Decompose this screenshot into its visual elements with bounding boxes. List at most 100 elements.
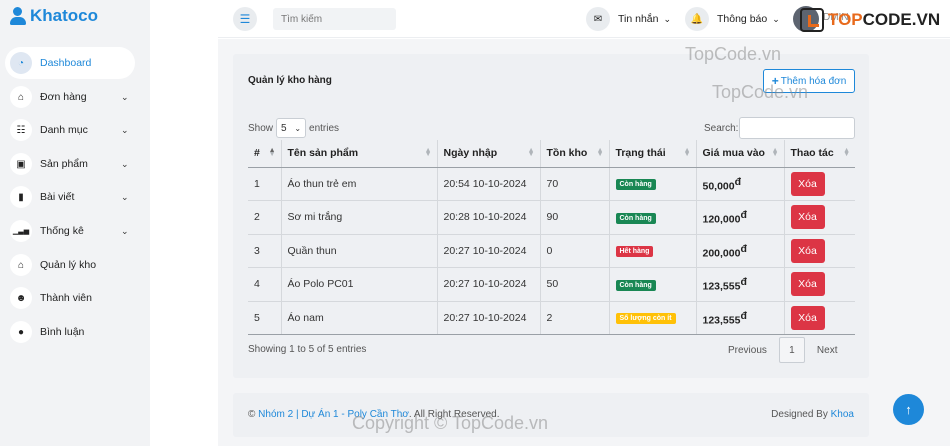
designer-link[interactable]: Khoa xyxy=(831,409,854,420)
column-header-label: Thao tác xyxy=(790,147,834,160)
currency-symbol: đ xyxy=(740,242,747,255)
cell-import-date: 20:28 10-10-2024 xyxy=(437,200,541,235)
user-icon xyxy=(10,7,26,25)
cell-stock: 50 xyxy=(540,267,610,302)
sort-icon: ▲ ▼ xyxy=(527,147,535,158)
cell-price: 123,555đ xyxy=(696,267,785,302)
menu-toggle-button[interactable]: ☰ xyxy=(233,7,257,31)
column-header-label: # xyxy=(254,147,260,160)
sidebar-item-label: Thống kê xyxy=(40,225,84,237)
delete-button[interactable]: Xóa xyxy=(790,305,825,330)
sort-icon: ▲ ▼ xyxy=(268,147,276,158)
pagination-next[interactable]: Next xyxy=(817,345,838,356)
cell-index: 5 xyxy=(248,301,282,335)
sidebar-item-label: Danh mục xyxy=(40,124,88,136)
cell-action: Xóa xyxy=(784,267,855,302)
cell-import-date: 20:27 10-10-2024 xyxy=(437,234,541,268)
messages-dropdown[interactable]: ✉ Tin nhắn ⌄ xyxy=(586,7,671,31)
price-value: 123,555 xyxy=(702,280,741,293)
cell-action: Xóa xyxy=(784,234,855,268)
cell-action: Xóa xyxy=(784,301,855,335)
footer: © Nhóm 2 | Dự Án 1 - Poly Cần Thơ. All R… xyxy=(233,393,869,437)
sidebar-item-label: Đơn hàng xyxy=(40,91,87,103)
cell-product-name: Áo nam xyxy=(281,301,438,335)
footer-credit: Designed By Khoa xyxy=(771,409,854,420)
sort-icon: ▲ ▼ xyxy=(771,147,779,158)
cell-product-name: Áo thun trẻ em xyxy=(281,167,438,201)
pagination-previous[interactable]: Previous xyxy=(728,345,767,356)
sort-icon: ▲ ▼ xyxy=(683,147,691,158)
sidebar-item[interactable]: ☷ Danh mục ⌄ xyxy=(5,114,135,146)
envelope-icon: ✉ xyxy=(586,7,610,31)
delete-button[interactable]: Xóa xyxy=(790,238,825,263)
status-badge: Số lượng còn ít xyxy=(615,313,676,325)
page-length-value: 5 xyxy=(281,122,287,134)
cell-stock: 0 xyxy=(540,234,610,268)
cell-import-date: 20:27 10-10-2024 xyxy=(437,267,541,302)
cell-price: 200,000đ xyxy=(696,234,785,268)
cell-stock: 2 xyxy=(540,301,610,335)
column-header[interactable]: # ▲ ▼ xyxy=(248,140,282,168)
column-header[interactable]: Tên sản phẩm ▲ ▼ xyxy=(281,140,438,168)
back-to-top-button[interactable]: ↑ xyxy=(893,394,924,425)
column-header-label: Ngày nhập xyxy=(443,147,498,160)
sidebar-item-label: Bình luận xyxy=(40,326,85,338)
cell-product-name: Quần thun xyxy=(281,234,438,268)
watermark-text: Copyright © TopCode.vn xyxy=(352,413,549,433)
sort-icon: ▲ ▼ xyxy=(596,147,604,158)
cell-stock: 70 xyxy=(540,167,610,201)
sidebar: Khatoco ◔ Dashboard ⌂ Đơn hàng ⌄ ☷ Danh mục ⌄ ▣ S… xyxy=(0,0,150,446)
brand-logo[interactable]: Khatoco xyxy=(10,6,98,26)
table-row: 1 Áo thun trẻ em 20:54 10-10-2024 70 Còn hàn… xyxy=(248,167,855,201)
watermark-logo: TOP CODE.VN xyxy=(800,8,940,32)
watermark-logo-icon xyxy=(800,8,824,32)
delete-button[interactable]: Xóa xyxy=(790,171,825,196)
status-badge: Hết hàng xyxy=(615,246,654,258)
sidebar-item[interactable]: ▣ Sản phẩm ⌄ xyxy=(5,148,135,180)
cell-status: Còn hàng xyxy=(609,200,697,235)
watermark-text: TopCode.vn xyxy=(712,82,809,102)
table-row: 3 Quần thun 20:27 10-10-2024 0 Hết hàng 200,0… xyxy=(248,234,855,268)
currency-symbol: đ xyxy=(740,276,747,288)
chevron-down-icon: ⌄ xyxy=(121,91,129,102)
designed-by-label: Designed By xyxy=(771,409,828,420)
sidebar-item[interactable]: ◔ Dashboard xyxy=(5,47,135,79)
sidebar-item[interactable]: ⌂ Quản lý kho xyxy=(5,249,135,281)
cell-action: Xóa xyxy=(784,200,855,235)
cell-import-date: 20:54 10-10-2024 xyxy=(437,167,541,201)
cell-product-name: Sơ mi trắng xyxy=(281,200,438,235)
cell-status: Hết hàng xyxy=(609,234,697,268)
column-header[interactable]: Trạng thái ▲ ▼ xyxy=(609,140,697,168)
sidebar-item[interactable]: ⌂ Đơn hàng ⌄ xyxy=(5,81,135,113)
sidebar-item[interactable]: ▮ Bài viết ⌄ xyxy=(5,181,135,213)
sort-icon: ▲ ▼ xyxy=(843,147,850,158)
search-input[interactable] xyxy=(273,8,396,30)
cell-action: Xóa xyxy=(784,167,855,201)
pagination-page[interactable]: 1 xyxy=(778,337,805,363)
currency-symbol: đ xyxy=(734,175,742,188)
sidebar-item[interactable]: ☻ Thành viên xyxy=(5,282,135,314)
pagination: Previous 1 Next xyxy=(728,337,837,363)
table-row: 2 Sơ mi trắng 20:28 10-10-2024 90 Còn hàng 12… xyxy=(248,200,855,235)
sidebar-item[interactable]: ● Bình luận xyxy=(5,316,135,348)
sidebar-item-label: Sản phẩm xyxy=(40,158,88,170)
notifications-dropdown[interactable]: 🔔 Thông báo ⌄ xyxy=(685,7,780,31)
table-search-input[interactable] xyxy=(739,117,855,139)
column-header[interactable]: Giá mua vào ▲ ▼ xyxy=(696,140,785,168)
cell-status: Số lượng còn ít xyxy=(609,301,697,335)
page-length-select[interactable]: 5 ⌄ xyxy=(276,118,307,138)
column-header[interactable]: Ngày nhập ▲ ▼ xyxy=(437,140,541,168)
cell-index: 1 xyxy=(248,167,282,201)
entries-label: entries xyxy=(309,122,340,134)
column-header[interactable]: Tồn kho ▲ ▼ xyxy=(540,140,610,168)
brand-name: Khatoco xyxy=(30,6,98,25)
delete-button[interactable]: Xóa xyxy=(790,205,825,230)
sidebar-item[interactable]: ▁▃▅ Thống kê ⌄ xyxy=(5,215,135,247)
column-header[interactable]: Thao tác ▲ ▼ xyxy=(784,140,855,168)
cell-import-date: 20:27 10-10-2024 xyxy=(437,301,541,335)
price-value: 123,555 xyxy=(702,314,741,326)
cell-stock: 90 xyxy=(540,200,610,235)
chevron-down-icon: ⌄ xyxy=(121,225,129,236)
show-label: Show xyxy=(248,122,274,134)
delete-button[interactable]: Xóa xyxy=(790,272,825,297)
